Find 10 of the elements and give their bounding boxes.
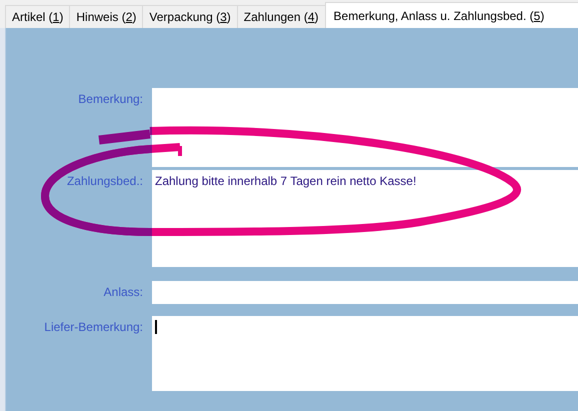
field-label: Bemerkung: — [78, 91, 144, 108]
field-label: Zahlungsbed.: — [66, 173, 144, 190]
text-cursor — [155, 320, 157, 334]
field-label: Liefer-Bemerkung: — [44, 319, 144, 336]
tab[interactable]: Bemerkung, Anlass u. Zahlungsbed. (5) — [324, 2, 578, 28]
input-field[interactable] — [152, 281, 578, 304]
field-label: Anlass: — [104, 284, 144, 301]
tab[interactable]: Artikel (1) — [5, 5, 70, 28]
text-area[interactable]: Zahlung bitte innerhalb 7 Tagen rein netto Kasse! — [152, 170, 578, 267]
text-area[interactable] — [152, 88, 578, 167]
